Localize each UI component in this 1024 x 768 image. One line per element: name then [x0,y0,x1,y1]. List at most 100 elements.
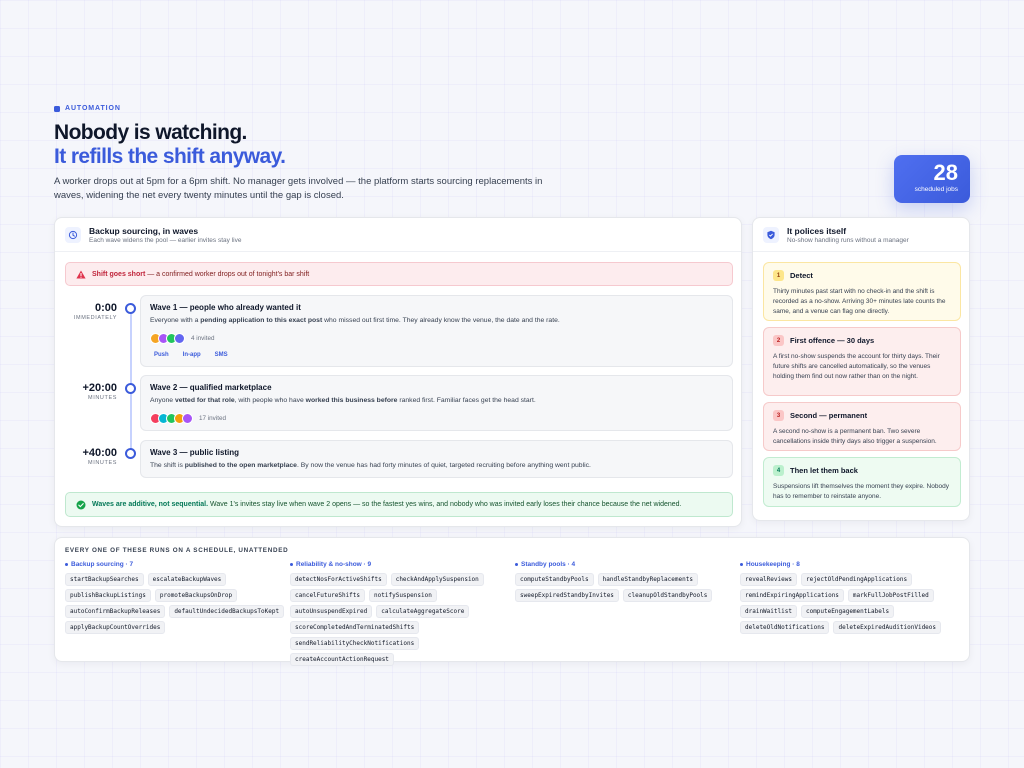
shield-icon [763,226,779,243]
channel-sms: SMS [214,352,228,358]
title-line-2: It refills the shift anyway. [54,145,286,168]
card-title: Backup sourcing, in waves [89,225,199,236]
job-tag: escalateBackupWaves [147,573,227,586]
channel-in-app: In-app [182,352,201,358]
job-tag: scoreCompletedAndTerminatedShifts [290,621,420,634]
job-tag: publishBackupListings [65,589,151,602]
job-tag: computeStandbyPools [515,573,594,586]
job-tag: drainWaitlist [740,605,797,618]
job-tag: checkAndApplySuspension [390,573,484,586]
wave-title: Wave 2 — qualified marketplace [150,383,272,392]
job-tag: rejectOldPendingApplications [800,573,913,586]
step-badge: 1 [773,270,784,281]
invited-avatars: 17 invited [150,413,723,424]
policy-title: Then let them back [790,466,858,475]
job-tag: applyBackupCountOverrides [65,621,166,634]
job-tag: calculateAggregateScore [376,605,470,618]
card-header: Backup sourcing, in waves Each wave wide… [55,218,741,252]
scheduled-jobs-card: EVERY ONE OF THESE RUNS ON A SCHEDULE, U… [54,537,970,666]
job-tag-list: revealReviews rejectOldPendingApplication… [740,573,960,634]
job-tag: sendReliabilityCheckNotifications [290,637,420,650]
clock-icon [65,226,81,243]
channel-push: Push [154,352,169,358]
job-tag: handleStandbyReplacements [597,573,698,586]
policy-let-back: 4 Then let them back Suspensions lift the… [763,457,961,507]
invited-count: 17 invited [199,415,226,422]
step-badge: 3 [773,410,784,421]
intro-paragraph: A worker drops out at 5pm for a 6pm shif… [54,176,543,201]
section-eyebrow: AUTOMATION [54,105,121,112]
policy-first-offence: 2 First offence — 30 days A first no-show… [763,327,961,396]
scheduled-jobs-label: scheduled jobs [914,186,958,193]
job-group-reliability: Reliability & no-show · 9 detectNosForAc… [290,561,510,666]
card-header: It polices itself No-show handling runs … [753,218,969,252]
job-group-title: Housekeeping · 8 [746,561,800,568]
step-badge: 2 [773,335,784,346]
job-group-title: Reliability & no-show · 9 [296,561,372,568]
wave-description: Anyone vetted for that role, with people… [150,397,536,404]
policy-description: Thirty minutes past start with no check-… [773,288,946,315]
bullet-icon [740,563,743,566]
job-tag: autoConfirmBackupReleases [65,605,166,618]
job-tag: remindExpiringApplications [740,589,844,602]
schedule-heading: EVERY ONE OF THESE RUNS ON A SCHEDULE, U… [65,547,289,554]
wave-description: The shift is published to the open marke… [150,462,591,469]
job-tag: sweepExpiredStandbyInvites [515,589,619,602]
warning-icon [76,270,86,278]
bullet-icon [290,563,293,566]
job-tag: revealReviews [740,573,797,586]
step-badge: 4 [773,465,784,476]
page-title: Nobody is watching. It refills the shift… [54,121,286,169]
policy-description: Suspensions lift themselves the moment t… [773,483,949,500]
channel-list: Push In-app SMS [150,351,723,359]
wave-title: Wave 3 — public listing [150,448,240,457]
job-tag: autoUnsuspendExpired [290,605,373,618]
title-line-1: Nobody is watching. [54,121,247,144]
job-tag: cleanupOldStandbyPools [622,589,713,602]
job-tag-list: computeStandbyPools handleStandbyReplacem… [515,573,735,602]
job-tag: deleteOldNotifications [740,621,830,634]
alert-text: Shift goes short — a confirmed worker dr… [92,270,310,278]
policy-detect: 1 Detect Thirty minutes past start with n… [763,262,961,321]
job-tag: deleteExpiredAuditionVideos [833,621,942,634]
job-tag: detectNosForActiveShifts [290,573,387,586]
invited-count: 4 invited [191,335,215,342]
additive-waves-note: Waves are additive, not sequential. Wave… [65,492,733,517]
job-tag-list: startBackupSearches escalateBackupWaves pu… [65,573,285,634]
avatar [182,413,193,424]
avatar [174,333,185,344]
job-group-title: Standby pools · 4 [521,561,576,568]
job-tag: createAccountActionRequest [290,653,394,666]
job-group-standby-pools: Standby pools · 4 computeStandbyPools han… [515,561,735,602]
policy-title: Detect [790,271,813,280]
job-tag: promoteBackupsOnDrop [154,589,238,602]
timeline-node [125,448,136,459]
wave-title: Wave 1 — people who already wanted it [150,303,301,312]
job-group-housekeeping: Housekeeping · 8 revealReviews rejectOldP… [740,561,960,634]
job-tag: startBackupSearches [65,573,144,586]
timeline-node [125,383,136,394]
job-group-backup-sourcing: Backup sourcing · 7 startBackupSearches e… [65,561,285,634]
check-circle-icon [76,500,86,509]
polices-itself-card: It polices itself No-show handling runs … [752,217,970,521]
job-tag: markFullJobPostFilled [847,589,934,602]
policy-title: First offence — 30 days [790,336,875,345]
card-subtitle: No-show handling runs without a manager [787,236,909,244]
wave-3-card: Wave 3 — public listing The shift is pub… [140,440,733,478]
policy-title: Second — permanent [790,411,868,420]
job-tag-list: detectNosForActiveShifts checkAndApplySus… [290,573,510,666]
wave-2-time: +20:00 MINUTES [82,382,117,401]
bullet-icon [515,563,518,566]
wave-description: Everyone with a pending application to t… [150,317,560,324]
wave-2-card: Wave 2 — qualified marketplace Anyone ve… [140,375,733,431]
timeline-node [125,303,136,314]
job-group-title: Backup sourcing · 7 [71,561,134,568]
wave-3-time: +40:00 MINUTES [82,447,117,466]
card-subtitle: Each wave widens the pool — earlier invi… [89,236,242,244]
policy-description: A first no-show suspends the account for… [773,353,940,380]
wave-1-card: Wave 1 — people who already wanted it Ev… [140,295,733,367]
backup-sourcing-card: Backup sourcing, in waves Each wave wide… [54,217,742,527]
card-title: It polices itself [787,225,847,236]
scheduled-jobs-badge: 28 scheduled jobs [894,155,970,203]
bullet-icon [65,563,68,566]
